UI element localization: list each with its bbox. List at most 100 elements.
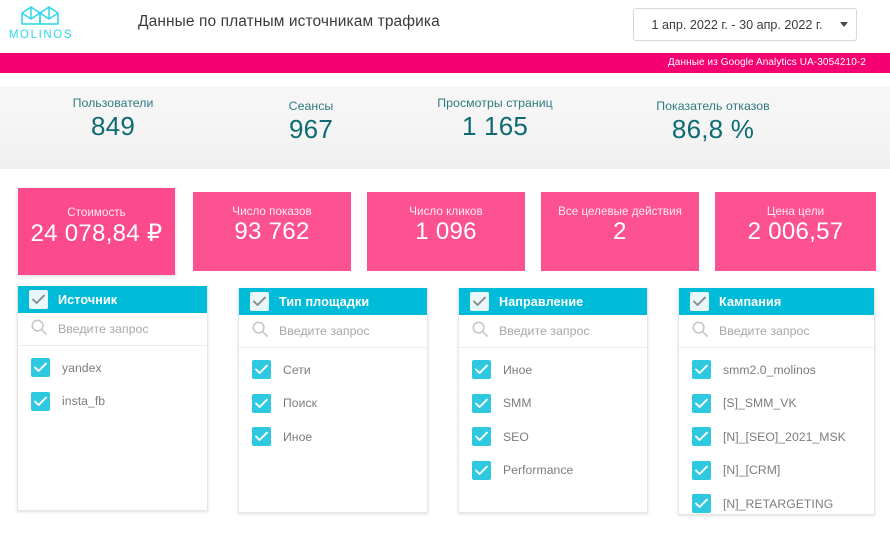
select-all-checkbox[interactable] [29,290,48,309]
kpi-value: 967 [289,114,333,144]
filter-option[interactable]: Performance [459,454,647,488]
metric-card-cost[interactable]: Стоимость 24 078,84 ₽ [18,188,175,275]
filter-option-list: yandex insta_fb [18,346,207,418]
chevron-down-icon[interactable] [832,22,856,27]
page-header: MOLINOS Данные по платным источникам тра… [0,0,890,53]
filter-option[interactable]: [S]_SMM_VK [679,387,874,421]
search-icon [251,320,269,343]
molinos-wordmark: MOLINOS [8,29,74,41]
metric-card-label: Число показов [232,205,312,218]
filter-header-placement-type[interactable]: Тип площадки [239,288,427,315]
metric-card-label: Число кликов [409,205,483,218]
option-checkbox[interactable] [692,460,711,480]
filter-search-campaign[interactable]: Введите запрос [679,315,874,348]
analytics-source-banner: Данные из Google Analytics UA-3054210-2 [0,53,890,73]
filter-search-placeholder: Введите запрос [719,324,810,338]
filter-option-list: Иное SMM SEO Performance [459,348,647,487]
select-all-checkbox[interactable] [250,292,269,311]
metric-card-value: 93 762 [234,218,310,245]
filter-search-source[interactable]: Введите запрос [18,313,207,346]
filter-option-list: Сети Поиск Иное [239,348,427,454]
filter-option[interactable]: Поиск [239,387,427,421]
kpi-label: Сеансы [288,99,334,113]
kpi-value: 1 165 [461,111,529,141]
option-label: Иное [283,429,313,444]
metric-card-value: 2 006,57 [747,218,844,245]
filter-option[interactable]: [N]_[CRM] [679,454,874,488]
filter-title: Тип площадки [279,294,370,309]
filter-panel-placement-type: Тип площадки Введите запрос Сети Поиск И… [238,288,428,513]
filter-option[interactable]: Сети [239,353,427,387]
option-checkbox[interactable] [472,360,491,380]
filter-header-direction[interactable]: Направление [459,288,647,315]
option-checkbox[interactable] [692,360,711,380]
analytics-source-text: Данные из Google Analytics UA-3054210-2 [667,57,866,68]
filter-header-source[interactable]: Источник [18,286,207,313]
option-checkbox[interactable] [692,393,711,413]
metric-card-cost-per-goal[interactable]: Цена цели 2 006,57 [715,192,876,271]
metric-card-conversions[interactable]: Все целевые действия 2 [541,192,699,271]
option-label: [S]_SMM_VK [723,396,797,411]
filter-search-direction[interactable]: Введите запрос [459,315,647,348]
metric-card-value: 24 078,84 ₽ [30,220,163,247]
filter-option[interactable]: yandex [18,351,207,385]
option-checkbox[interactable] [472,460,491,480]
option-checkbox[interactable] [31,391,50,411]
metric-card-label: Все целевые действия [558,205,682,218]
option-checkbox[interactable] [31,358,50,378]
kpi-value: 86,8 % [671,114,755,144]
filter-header-campaign[interactable]: Кампания [679,288,874,315]
option-checkbox[interactable] [472,393,491,413]
kpi-summary-band: Пользователи 849 Сеансы 967 Просмотры ст… [0,86,890,169]
filter-title: Направление [499,294,584,309]
search-icon [471,320,489,343]
cost-metric-cards: Стоимость 24 078,84 ₽ Число показов 93 7… [0,188,890,275]
filter-panel-campaign: Кампания Введите запрос smm2.0_molinos [… [678,288,875,515]
filter-search-placeholder: Введите запрос [279,324,370,338]
filter-title: Кампания [719,294,782,309]
option-checkbox[interactable] [692,427,711,447]
kpi-label: Пользователи [72,96,154,110]
dashboard-page: MOLINOS Данные по платным источникам тра… [0,0,890,533]
metric-card-label: Стоимость [67,206,126,219]
option-label: [N]_[CRM] [723,463,781,478]
option-label: insta_fb [62,394,106,409]
select-all-checkbox[interactable] [690,292,709,311]
option-label: SEO [503,429,529,444]
metric-card-value: 1 096 [415,218,477,245]
option-checkbox[interactable] [252,393,271,413]
option-label: SMM [503,396,532,411]
filter-panel-source: Источник Введите запрос yandex insta_fb [17,286,208,511]
select-all-checkbox[interactable] [470,292,489,311]
molinos-logo: MOLINOS [8,3,74,47]
page-title: Данные по платным источникам трафика [138,13,440,30]
filter-option[interactable]: SEO [459,420,647,454]
option-label: [N]_[SEO]_2021_MSK [723,429,846,444]
filter-option[interactable]: smm2.0_molinos [679,353,874,387]
filter-option[interactable]: insta_fb [18,385,207,419]
filter-option[interactable]: Иное [459,353,647,387]
filter-option[interactable]: [N]_[SEO]_2021_MSK [679,420,874,454]
option-checkbox[interactable] [252,360,271,380]
search-icon [30,318,48,341]
kpi-label: Просмотры страниц [437,96,553,110]
date-range-picker[interactable]: 1 апр. 2022 г. - 30 апр. 2022 г. [633,8,857,41]
filter-search-placeholder: Введите запрос [499,324,590,338]
option-label: Performance [503,463,574,478]
option-label: smm2.0_molinos [723,362,816,377]
kpi-value: 849 [91,111,135,141]
kpi-metric: Сеансы 967 [252,99,370,145]
metric-card-clicks[interactable]: Число кликов 1 096 [367,192,525,271]
filter-search-placeholder: Введите запрос [58,322,149,336]
filter-panel-direction: Направление Введите запрос Иное SMM SEO … [458,288,648,513]
metric-card-impressions[interactable]: Число показов 93 762 [193,192,351,271]
option-checkbox[interactable] [692,494,711,514]
kpi-metric: Показатель отказов 86,8 % [624,99,802,145]
date-range-value: 1 апр. 2022 г. - 30 апр. 2022 г. [651,17,823,32]
filter-option[interactable]: [N]_RETARGETING [679,487,874,514]
filter-option[interactable]: SMM [459,387,647,421]
option-checkbox[interactable] [472,427,491,447]
filter-option[interactable]: Иное [239,420,427,454]
option-checkbox[interactable] [252,427,271,447]
filter-search-placement-type[interactable]: Введите запрос [239,315,427,348]
